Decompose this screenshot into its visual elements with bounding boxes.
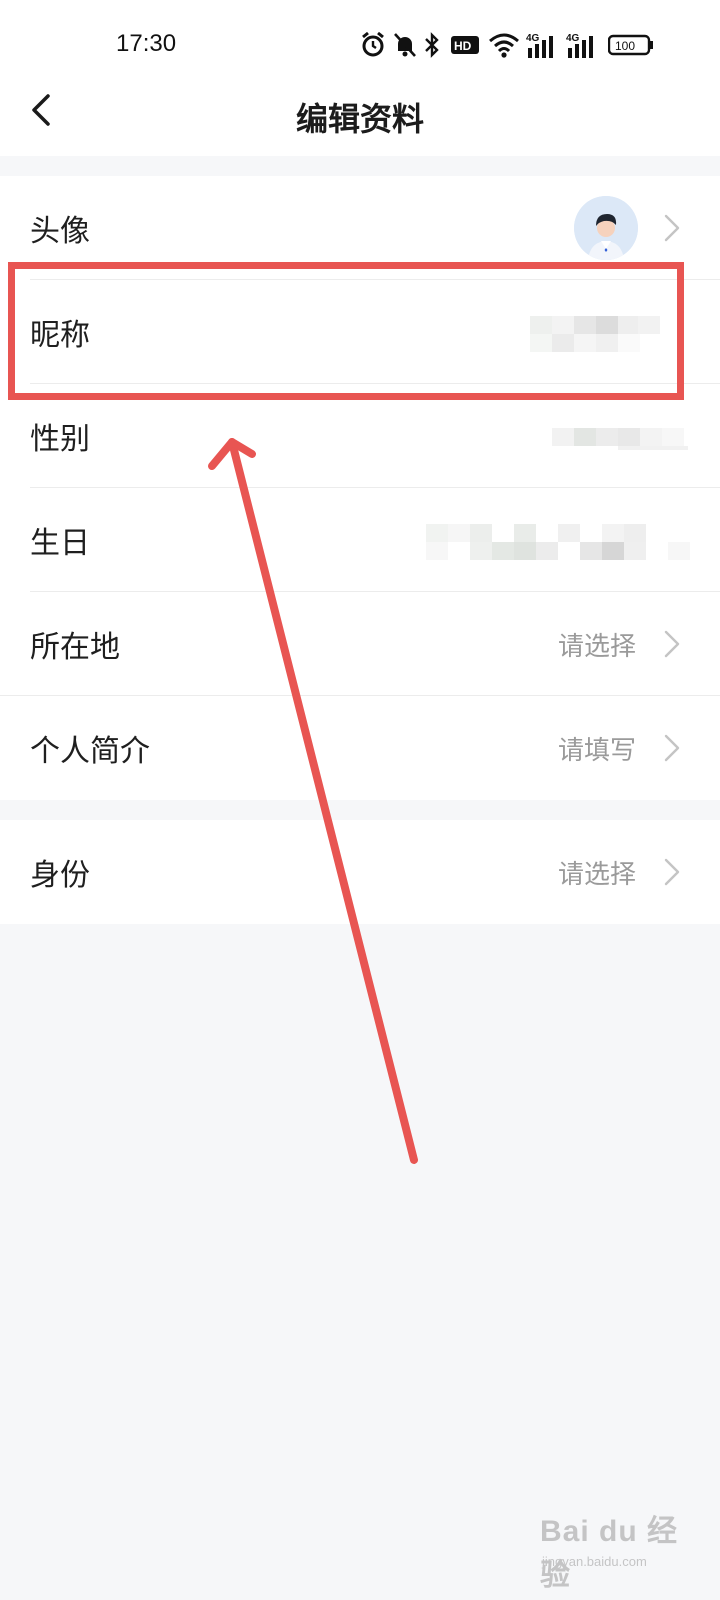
profile-list: 头像 昵称 性别 生日 所在地 请选择 个人简介 请填写 [0, 176, 720, 800]
watermark: Bai du 经验 jingyan.baidu.com [540, 1494, 680, 1592]
chevron-right-icon [660, 212, 684, 244]
battery-icon: 100 [607, 30, 654, 60]
location-value: 请选择 [557, 632, 636, 662]
watermark-logo: Bai du 经验 [540, 1515, 679, 1592]
row-location[interactable]: 所在地 请选择 [0, 592, 720, 696]
row-label: 个人简介 [30, 734, 150, 769]
nav-bar: 编辑资料 [0, 92, 720, 156]
bluetooth-icon [422, 30, 442, 60]
row-avatar[interactable]: 头像 [0, 176, 720, 280]
row-label: 头像 [30, 214, 90, 249]
row-nickname[interactable]: 昵称 [0, 280, 720, 384]
chevron-right-icon [660, 856, 684, 888]
page-title: 编辑资料 [295, 100, 424, 138]
chevron-right-icon [660, 732, 684, 764]
chevron-right-icon [660, 628, 684, 660]
alarm-icon [360, 30, 386, 60]
svg-text:HD: HD [454, 39, 472, 53]
row-birthday[interactable]: 生日 [0, 488, 720, 592]
row-label: 昵称 [30, 318, 90, 353]
row-label: 性别 [30, 422, 90, 457]
identity-section: 身份 请选择 [0, 820, 720, 924]
row-label: 身份 [30, 858, 90, 893]
svg-text:4G: 4G [566, 33, 580, 44]
hd-icon: HD [450, 30, 480, 60]
row-identity[interactable]: 身份 请选择 [0, 820, 720, 924]
status-time: 17:30 [116, 30, 177, 57]
signal-4g-icon: 4G [526, 30, 560, 60]
row-gender[interactable]: 性别 [0, 384, 720, 488]
row-label: 所在地 [30, 630, 120, 665]
blurred-value [552, 420, 692, 456]
row-label: 生日 [30, 526, 90, 561]
avatar [574, 196, 638, 260]
bio-value: 请填写 [557, 736, 636, 766]
signal-4g-icon: 4G [566, 30, 600, 60]
row-bio[interactable]: 个人简介 请填写 [0, 696, 720, 800]
status-icons: HD 4G 4G 100 [356, 30, 666, 62]
blurred-value [530, 316, 660, 352]
watermark-url: jingyan.baidu.com [542, 1554, 647, 1569]
wifi-icon [488, 30, 520, 60]
status-bar: 17:30 HD 4G 4G 100 [0, 0, 720, 92]
svg-text:4G: 4G [526, 33, 540, 44]
blurred-value [426, 524, 690, 560]
section-gap [0, 156, 720, 176]
mute-icon [392, 30, 418, 60]
identity-value: 请选择 [557, 860, 636, 890]
svg-text:100: 100 [615, 39, 635, 53]
